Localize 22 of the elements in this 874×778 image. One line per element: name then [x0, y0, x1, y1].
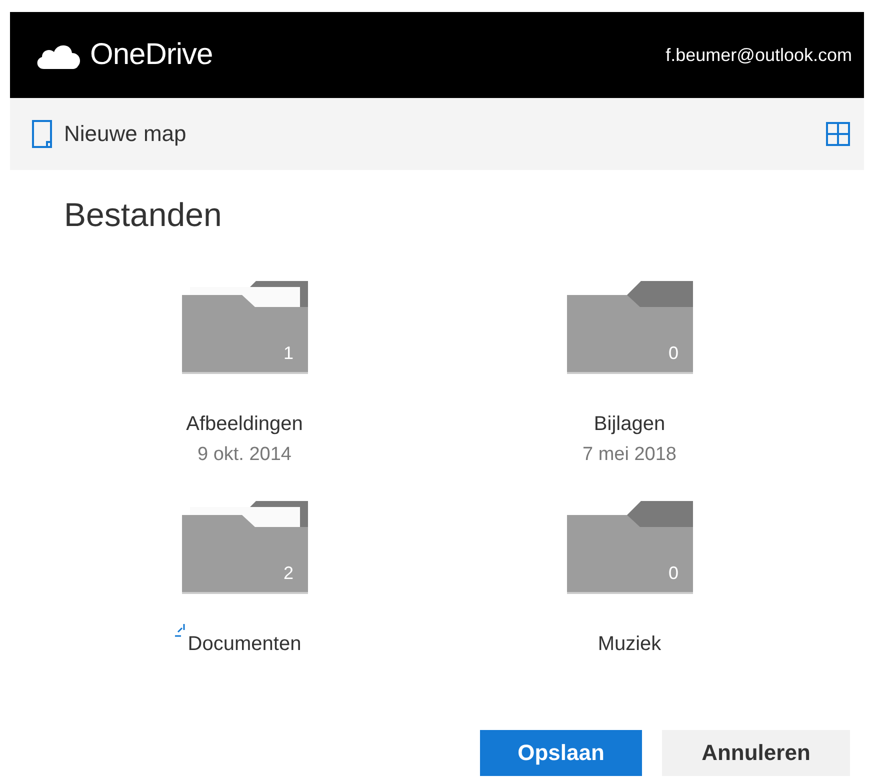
- document-icon: [32, 120, 52, 148]
- folder-date: 7 mei 2018: [582, 444, 676, 466]
- item-count: 0: [668, 343, 678, 364]
- folder-name[interactable]: Bijlagen: [594, 413, 666, 435]
- new-folder-button[interactable]: Nieuwe map: [32, 120, 186, 148]
- folder-date: 9 okt. 2014: [197, 444, 292, 466]
- save-button[interactable]: Opslaan: [480, 730, 642, 776]
- cancel-button[interactable]: Annuleren: [662, 730, 850, 776]
- item-count: 0: [668, 563, 678, 584]
- folder-name[interactable]: Muziek: [598, 633, 662, 655]
- page-title: Bestanden: [64, 196, 223, 234]
- item-count: 1: [283, 343, 294, 364]
- item-count: 2: [283, 563, 294, 584]
- folder-icon: [564, 499, 694, 595]
- folder-name[interactable]: Documenten: [188, 633, 302, 655]
- folder-name[interactable]: Afbeeldingen: [186, 413, 303, 435]
- folder-icon: [180, 279, 310, 375]
- account-email[interactable]: f.beumer@outlook.com: [666, 44, 852, 66]
- folder-icon: [180, 499, 310, 595]
- folder-icon: [564, 279, 694, 375]
- brand-name: OneDrive: [90, 38, 213, 72]
- grid-view-icon[interactable]: [826, 122, 850, 146]
